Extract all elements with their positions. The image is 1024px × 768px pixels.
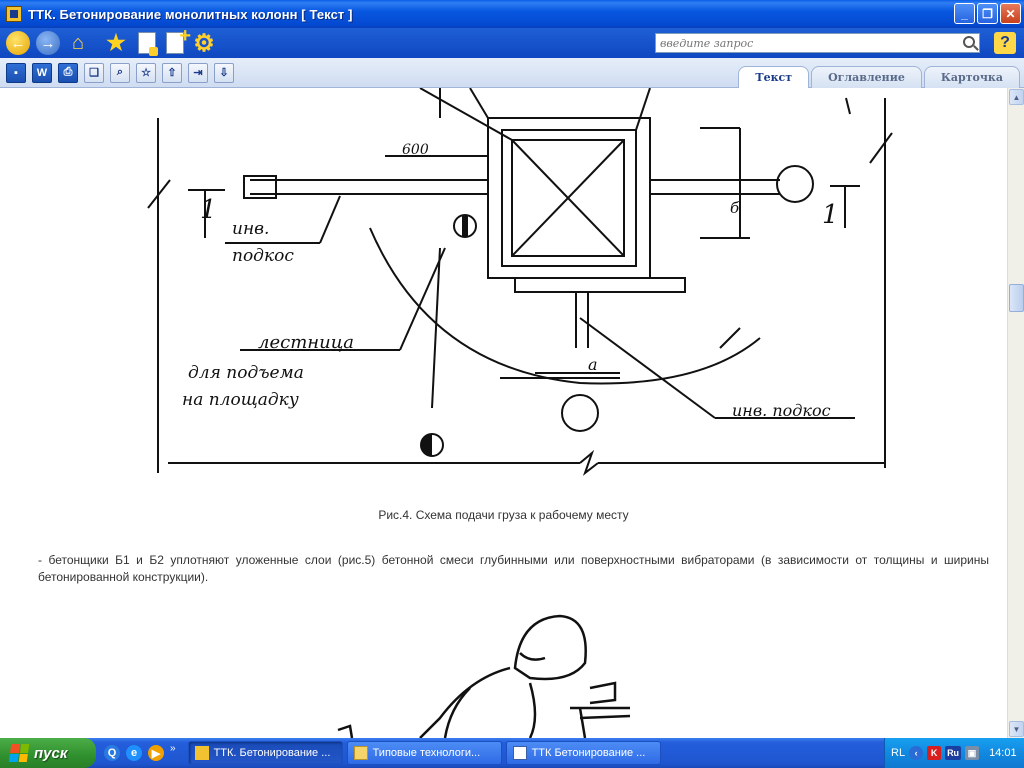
- taskbar-item-label: ТТК Бетонирование ...: [531, 747, 646, 759]
- section-label-left: 1: [200, 195, 217, 225]
- document-icon: [512, 746, 527, 760]
- ladder-label: лестница: [258, 332, 354, 353]
- body-paragraph: - бетонщики Б1 и Б2 уплотняют уложенные …: [38, 553, 989, 584]
- go-to-icon[interactable]: ⇥: [188, 62, 208, 83]
- gear-icon[interactable]: ⚙: [192, 30, 216, 57]
- quick-launch: Q e ▶ »: [104, 743, 176, 761]
- help-icon[interactable]: ?: [994, 32, 1016, 54]
- scroll-up-icon[interactable]: ⇧: [162, 62, 182, 83]
- search-icon[interactable]: [963, 36, 975, 48]
- forward-icon[interactable]: →: [36, 31, 60, 55]
- section-label-right: 1: [822, 200, 839, 230]
- restore-button[interactable]: ❐: [977, 3, 998, 24]
- add-document-icon[interactable]: [166, 25, 191, 54]
- app-icon: [194, 746, 209, 760]
- preview-icon[interactable]: ⌕: [110, 62, 130, 83]
- platform-label: на площадку: [182, 390, 299, 410]
- start-label: пуск: [34, 744, 68, 762]
- tab-contents[interactable]: Оглавление: [811, 66, 922, 88]
- inv-podkos-label: инв. подкос: [732, 401, 831, 420]
- clock: 14:01: [989, 747, 1017, 759]
- taskbar-item-ttk-1[interactable]: ТТК. Бетонирование ...: [187, 741, 343, 765]
- window-title: ТТК. Бетонирование монолитных колонн [ Т…: [28, 6, 353, 22]
- taskbar-item-ttk-2[interactable]: ТТК Бетонирование ...: [505, 741, 661, 765]
- search-input[interactable]: [660, 36, 960, 50]
- inv-label: инв.: [232, 219, 269, 239]
- window-controls: _ ❐ ✕: [954, 3, 1021, 24]
- back-icon[interactable]: ←: [6, 31, 30, 55]
- loading-scheme-drawing: 600 1 1 инв. подкос лестница для подъема…: [147, 88, 893, 476]
- word-export-icon[interactable]: W: [32, 62, 52, 83]
- tab-card[interactable]: Карточка: [923, 66, 1020, 88]
- title-bar: ТТК. Бетонирование монолитных колонн [ Т…: [0, 0, 1024, 28]
- network-icon[interactable]: ▣: [965, 746, 980, 760]
- close-button[interactable]: ✕: [1000, 3, 1021, 24]
- scroll-thumb[interactable]: [1009, 284, 1024, 312]
- quick-launch-more-icon[interactable]: »: [170, 743, 176, 754]
- figure-caption: Рис.4. Схема подачи груза к рабочему мес…: [378, 508, 629, 522]
- scroll-down-icon[interactable]: ⇩: [214, 62, 234, 83]
- document-content: 600 1 1 инв. подкос лестница для подъема…: [0, 88, 1007, 738]
- document-icon[interactable]: [138, 32, 158, 56]
- keyboard-layout-icon[interactable]: Ru: [945, 746, 962, 760]
- taskbar-item-tipovye[interactable]: Типовые технологи...: [346, 741, 502, 765]
- document-toolbar: ▪ W ⎙ ❏ ⌕ ☆ ⇧ ⇥ ⇩ Текст Оглавление Карто…: [0, 58, 1024, 88]
- taskbar-item-label: ТТК. Бетонирование ...: [213, 747, 331, 759]
- lift-label: для подъема: [188, 363, 304, 383]
- print-icon[interactable]: ⎙: [58, 62, 78, 83]
- vertical-scrollbar[interactable]: ▲ ▼: [1007, 88, 1024, 738]
- copy-icon[interactable]: ❏: [84, 62, 104, 83]
- start-button[interactable]: пуск: [0, 738, 96, 768]
- search-field[interactable]: [655, 33, 980, 53]
- minimize-button[interactable]: _: [954, 3, 975, 24]
- dimension-a-label: a: [588, 355, 598, 374]
- favorites-star-icon[interactable]: ★: [104, 30, 128, 55]
- view-tabs: Текст Оглавление Карточка: [736, 66, 1020, 88]
- search-quicklaunch-icon[interactable]: Q: [104, 745, 120, 761]
- worker-figure-drawing: [337, 614, 631, 738]
- antivirus-icon[interactable]: K: [927, 746, 942, 760]
- windows-logo-icon: [8, 744, 30, 762]
- app-icon: [6, 6, 22, 22]
- taskbar: пуск Q e ▶ » ТТК. Бетонирование ... Типо…: [0, 738, 1024, 768]
- internet-explorer-icon[interactable]: e: [126, 745, 142, 761]
- tab-text[interactable]: Текст: [738, 66, 810, 88]
- folder-icon: [353, 746, 368, 760]
- main-toolbar: ← → ⌂ ★ ⚙ ?: [0, 25, 1024, 58]
- taskbar-item-label: Типовые технологи...: [372, 747, 481, 759]
- dimension-600-label: 600: [402, 142, 429, 158]
- media-player-icon[interactable]: ▶: [148, 745, 164, 761]
- system-tray: RL ‹ K Ru ▣ 14:01: [884, 738, 1024, 768]
- scroll-up-arrow-icon[interactable]: ▲: [1009, 89, 1024, 105]
- home-icon[interactable]: ⌂: [66, 31, 90, 55]
- dimension-b-label: б: [730, 199, 740, 217]
- bookmark-star-icon[interactable]: ☆: [136, 62, 156, 83]
- save-icon[interactable]: ▪: [6, 62, 26, 83]
- language-indicator[interactable]: RL: [891, 747, 905, 759]
- podkos-label: подкос: [232, 246, 294, 266]
- tray-expand-icon[interactable]: ‹: [909, 746, 924, 760]
- scroll-down-arrow-icon[interactable]: ▼: [1009, 721, 1024, 737]
